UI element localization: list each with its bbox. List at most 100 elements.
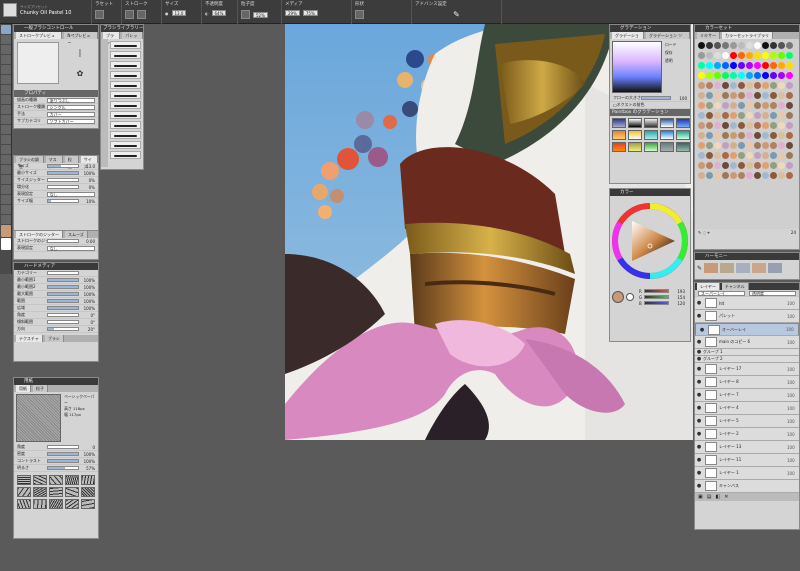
color-swatch[interactable]: [769, 61, 777, 69]
lasso-tool-icon[interactable]: [1, 75, 11, 84]
harmony-swatch[interactable]: [704, 263, 719, 273]
color-swatch[interactable]: [697, 101, 705, 109]
gradient-thumb[interactable]: [660, 142, 674, 152]
color-swatch[interactable]: [697, 71, 705, 79]
gradient-thumb[interactable]: [660, 118, 674, 128]
property-select[interactable]: シングル: [46, 104, 95, 110]
color-swatch[interactable]: [769, 121, 777, 129]
gradient-thumb[interactable]: [644, 130, 658, 140]
visibility-eye-icon[interactable]: ●: [698, 327, 706, 332]
color-swatch[interactable]: [761, 71, 769, 79]
color-swatch[interactable]: [697, 131, 705, 139]
color-swatch[interactable]: [777, 81, 785, 89]
harmony-eyedropper-icon[interactable]: ✎: [697, 265, 702, 272]
tab-gradation[interactable]: グラデーション: [612, 32, 645, 45]
brush-variant[interactable]: [110, 51, 141, 59]
color-swatch[interactable]: [745, 71, 753, 79]
layer-row[interactable]: ● キャンバス: [695, 480, 799, 493]
color-swatch[interactable]: [785, 81, 793, 89]
layer-row[interactable]: ● レイヤー 11 100: [695, 454, 799, 467]
color-swatch[interactable]: [753, 161, 761, 169]
slider-track[interactable]: [46, 459, 79, 463]
color-swatch[interactable]: [745, 41, 753, 49]
color-swatch[interactable]: [777, 141, 785, 149]
tab-texture[interactable]: テクスチャ: [16, 335, 43, 342]
visibility-eye-icon[interactable]: ●: [695, 444, 703, 450]
color-swatch[interactable]: [777, 151, 785, 159]
visibility-eye-icon[interactable]: ●: [695, 379, 703, 385]
color-swatch[interactable]: [737, 171, 745, 179]
paper-texture-thumb[interactable]: [81, 487, 95, 497]
stroke-type-icon[interactable]: [125, 10, 134, 19]
color-swatch[interactable]: [777, 71, 785, 79]
tab-mask[interactable]: マスク: [45, 156, 63, 169]
tab-brushes[interactable]: ブラシ: [103, 32, 121, 45]
tab-brush-adjust[interactable]: ブラシの調整: [16, 156, 44, 169]
color-swatch[interactable]: [761, 101, 769, 109]
gradient-thumb[interactable]: [644, 118, 658, 128]
slider-track[interactable]: [46, 271, 79, 275]
color-swatch[interactable]: [737, 61, 745, 69]
opacity-input[interactable]: 64%: [211, 10, 227, 16]
new-layer-icon[interactable]: ▣: [698, 494, 703, 500]
perspective-icon[interactable]: [1, 165, 11, 174]
color-swatch[interactable]: [729, 121, 737, 129]
brush-variant[interactable]: [110, 141, 141, 149]
brush-variant[interactable]: [110, 151, 141, 159]
color-swatch[interactable]: [785, 41, 793, 49]
layer-row[interactable]: ● レイヤー 4 100: [695, 402, 799, 415]
color-swatch[interactable]: [777, 61, 785, 69]
paper-texture-thumb[interactable]: [33, 499, 47, 509]
color-swatch[interactable]: [729, 151, 737, 159]
color-swatch[interactable]: [697, 81, 705, 89]
brush-variant[interactable]: [110, 121, 141, 129]
color-swatch[interactable]: [769, 131, 777, 139]
color-swatch[interactable]: [753, 111, 761, 119]
color-swatch[interactable]: [729, 61, 737, 69]
tab-brush[interactable]: ブラシ: [44, 335, 64, 342]
brush-variant[interactable]: [110, 71, 141, 79]
layer-row[interactable]: ● パレット 100: [695, 310, 799, 323]
expression-select[interactable]: なし: [46, 191, 95, 197]
slider-track[interactable]: [46, 178, 79, 182]
visibility-eye-icon[interactable]: ●: [695, 366, 703, 372]
color-swatch[interactable]: [769, 111, 777, 119]
visibility-eye-icon[interactable]: ●: [695, 392, 703, 398]
property-select[interactable]: ソフトカバー: [46, 118, 95, 124]
shape-icon[interactable]: [355, 10, 364, 19]
rotate-page-icon[interactable]: [1, 205, 11, 214]
color-swatch[interactable]: [705, 161, 713, 169]
color-swatch[interactable]: [777, 91, 785, 99]
color-swatch[interactable]: [697, 121, 705, 129]
tab-palette[interactable]: パレット: [122, 32, 143, 45]
color-swatch[interactable]: [737, 131, 745, 139]
layer-row[interactable]: ● レイヤー 13 100: [695, 441, 799, 454]
gradient-thumb[interactable]: [628, 130, 642, 140]
slider-track[interactable]: [46, 306, 79, 310]
color-swatch[interactable]: [745, 61, 753, 69]
brush-variant[interactable]: [110, 111, 141, 119]
visibility-eye-icon[interactable]: ●: [695, 483, 703, 489]
color-swatch[interactable]: [705, 151, 713, 159]
color-swatch[interactable]: [761, 141, 769, 149]
layer-row[interactable]: ● レイヤー 1 100: [695, 467, 799, 480]
tab-smoothing[interactable]: スムーズ: [65, 231, 88, 238]
grabber-tool-icon[interactable]: [1, 195, 11, 204]
slider-track[interactable]: [46, 239, 79, 243]
brush-variant[interactable]: [110, 131, 141, 139]
eyedropper-tool-icon[interactable]: [1, 35, 11, 44]
color-swatch[interactable]: [713, 101, 721, 109]
brush-variant[interactable]: [110, 81, 141, 89]
secondary-color-chip[interactable]: [626, 293, 634, 301]
main-color-chip[interactable]: [612, 291, 624, 303]
color-swatch[interactable]: [785, 71, 793, 79]
tab-particle[interactable]: 粒子: [33, 385, 48, 392]
color-swatch[interactable]: [745, 131, 753, 139]
color-swatch[interactable]: [705, 171, 713, 179]
color-swatch[interactable]: [745, 141, 753, 149]
color-swatch[interactable]: [705, 81, 713, 89]
color-set-zoom[interactable]: 24: [791, 230, 796, 235]
crop-tool-icon[interactable]: [1, 105, 11, 114]
paper-texture-thumb[interactable]: [49, 487, 63, 497]
text-tool-icon[interactable]: [1, 145, 11, 154]
